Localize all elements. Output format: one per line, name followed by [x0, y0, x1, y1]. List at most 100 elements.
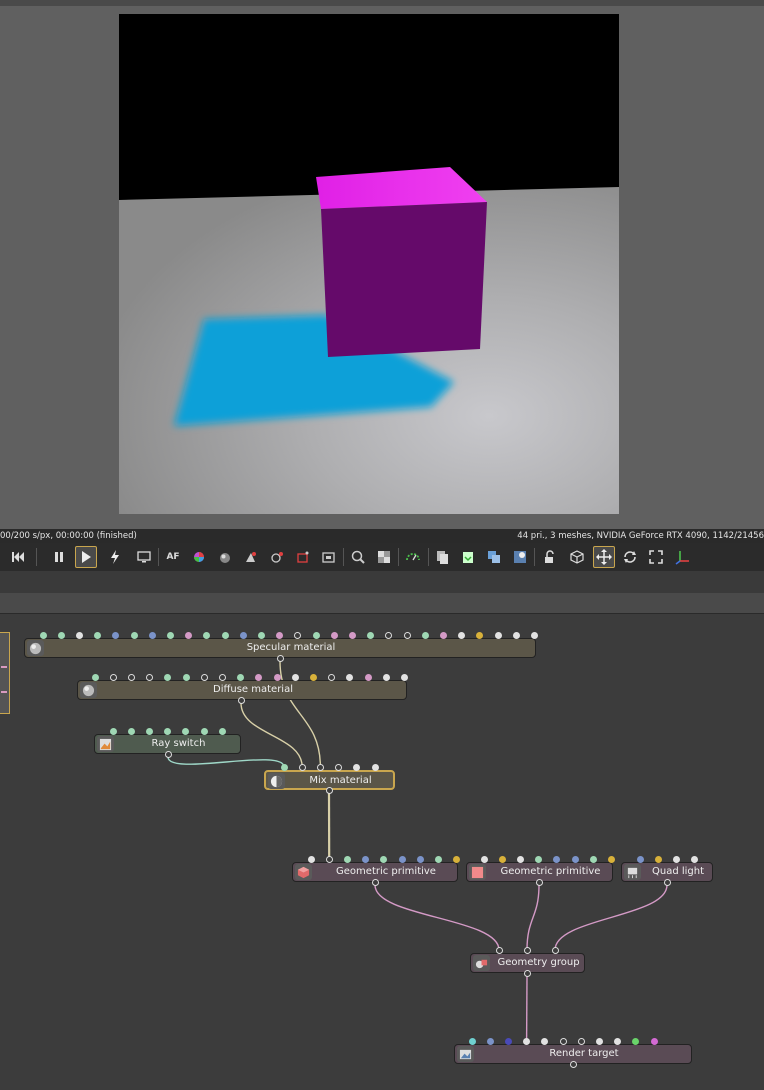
node-input-pin[interactable] [577, 1038, 585, 1045]
af-button[interactable]: AF [162, 546, 184, 568]
node-input-pin[interactable] [166, 632, 174, 639]
node-input-pin[interactable] [400, 674, 408, 681]
paste-button[interactable] [457, 546, 479, 568]
node-output-pin[interactable] [535, 879, 543, 886]
node-input-pin[interactable] [371, 764, 379, 771]
node-input-pin[interactable] [595, 1038, 603, 1045]
node-output-pin[interactable] [237, 697, 245, 704]
node-input-pin[interactable] [382, 674, 390, 681]
rotate-button[interactable] [619, 546, 641, 568]
node-input-pin[interactable] [200, 674, 208, 681]
region-button[interactable] [292, 546, 314, 568]
display-button[interactable] [133, 546, 155, 568]
node-input-pin[interactable] [421, 632, 429, 639]
pixel-ratio-button[interactable] [373, 546, 395, 568]
node-input-pin[interactable] [498, 856, 506, 863]
axis-button[interactable] [671, 546, 693, 568]
node-input-pin[interactable] [39, 632, 47, 639]
film-region-button[interactable] [318, 546, 340, 568]
node-input-pin[interactable] [109, 674, 117, 681]
node-input-pin[interactable] [127, 728, 135, 735]
play-button[interactable] [75, 546, 97, 568]
camera-target-button[interactable] [266, 546, 288, 568]
node-output-pin[interactable] [276, 655, 284, 662]
clay-button[interactable] [509, 546, 531, 568]
node-input-pin[interactable] [551, 946, 559, 954]
node-input-pin[interactable] [91, 674, 99, 681]
node-output-pin[interactable] [325, 787, 333, 794]
node-input-pin[interactable] [589, 856, 597, 863]
node-input-pin[interactable] [439, 632, 447, 639]
node-input-pin[interactable] [650, 1038, 658, 1045]
lock-button[interactable] [538, 546, 560, 568]
node-input-pin[interactable] [325, 856, 333, 863]
render-image[interactable] [119, 14, 619, 514]
move-button[interactable] [593, 546, 615, 568]
node-input-pin[interactable] [145, 728, 153, 735]
node-input-pin[interactable] [504, 1038, 512, 1045]
node-input-pin[interactable] [309, 674, 317, 681]
node-input-pin[interactable] [348, 632, 356, 639]
node-input-pin[interactable] [495, 946, 503, 954]
node-input-pin[interactable] [416, 856, 424, 863]
node-input-pin[interactable] [530, 632, 538, 639]
copy-button[interactable] [431, 546, 453, 568]
pause-button[interactable] [48, 546, 70, 568]
node-input-pin[interactable] [330, 632, 338, 639]
node-input-pin[interactable] [109, 728, 117, 735]
viewport-mode-button[interactable] [566, 546, 588, 568]
node-input-pin[interactable] [182, 674, 190, 681]
node-input-pin[interactable] [298, 764, 306, 771]
node-output-pin[interactable] [663, 879, 671, 886]
node-input-pin[interactable] [468, 1038, 476, 1045]
fullscreen-button[interactable] [645, 546, 667, 568]
node-input-pin[interactable] [571, 856, 579, 863]
node-input-pin[interactable] [607, 856, 615, 863]
node-input-pin[interactable] [486, 1038, 494, 1045]
node-input-pin[interactable] [403, 632, 411, 639]
node-input-pin[interactable] [480, 856, 488, 863]
node-input-pin[interactable] [57, 632, 65, 639]
zoom-fit-button[interactable] [347, 546, 369, 568]
node-output-pin[interactable] [164, 751, 172, 758]
node-input-pin[interactable] [221, 632, 229, 639]
node-input-pin[interactable] [636, 856, 644, 863]
node-input-pin[interactable] [257, 632, 265, 639]
node-input-pin[interactable] [343, 856, 351, 863]
node-input-pin[interactable] [523, 946, 531, 954]
node-input-pin[interactable] [654, 856, 662, 863]
node-input-pin[interactable] [239, 632, 247, 639]
node-input-pin[interactable] [512, 632, 520, 639]
node-input-pin[interactable] [316, 764, 324, 771]
node-input-pin[interactable] [559, 1038, 567, 1045]
light-picker-button[interactable] [240, 546, 262, 568]
node-graph-editor[interactable]: Specular material Diffuse material Ray swi… [0, 614, 764, 1090]
node-output-pin[interactable] [371, 879, 379, 886]
node-input-pin[interactable] [516, 856, 524, 863]
node-input-pin[interactable] [75, 632, 83, 639]
clone-button[interactable] [483, 546, 505, 568]
node-input-pin[interactable] [200, 728, 208, 735]
render-viewport[interactable] [0, 6, 764, 529]
material-picker-button[interactable] [214, 546, 236, 568]
node-input-pin[interactable] [307, 856, 315, 863]
restart-button[interactable] [104, 546, 126, 568]
node-input-pin[interactable] [434, 856, 442, 863]
node-input-pin[interactable] [218, 674, 226, 681]
node-input-pin[interactable] [398, 856, 406, 863]
node-input-pin[interactable] [312, 632, 320, 639]
node-output-pin[interactable] [569, 1061, 577, 1068]
color-picker-button[interactable] [188, 546, 210, 568]
node-input-pin[interactable] [280, 764, 288, 771]
node-input-pin[interactable] [218, 728, 226, 735]
node-input-pin[interactable] [494, 632, 502, 639]
node-input-pin[interactable] [127, 674, 135, 681]
node-input-pin[interactable] [291, 674, 299, 681]
node-input-pin[interactable] [273, 674, 281, 681]
gizmo-color-button[interactable] [402, 546, 424, 568]
node-input-pin[interactable] [672, 856, 680, 863]
node-input-pin[interactable] [148, 632, 156, 639]
node-input-pin[interactable] [130, 632, 138, 639]
node-input-pin[interactable] [364, 674, 372, 681]
rewind-button[interactable] [7, 546, 29, 568]
